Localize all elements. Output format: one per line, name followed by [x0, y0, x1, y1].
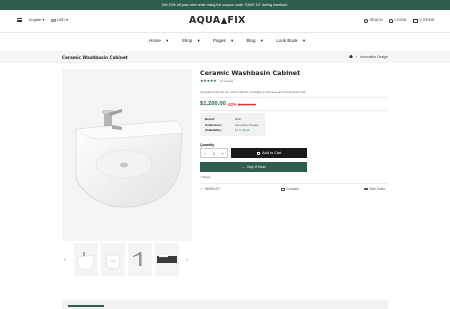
chevron-right-icon: › [356, 54, 358, 59]
nav-item-home[interactable]: Home ▾ [145, 38, 169, 43]
cart-label: 0 ITEMS [419, 18, 435, 22]
ruler-icon [364, 188, 368, 190]
add-to-cart-button[interactable]: Add to Cart [231, 148, 307, 158]
breadcrumb-current: Innovative Design [360, 54, 388, 59]
buy-now-button[interactable]: → Buy It Now [200, 162, 307, 172]
buy-now-label: Buy It Now [247, 165, 266, 169]
login-label: LOGIN [394, 18, 407, 22]
search-label: SEACH [369, 18, 383, 22]
nav-label: Home [148, 38, 161, 43]
info-key: Availability : [205, 128, 223, 132]
cart-button[interactable]: 0 ITEMS [413, 18, 434, 23]
nav-item-blog[interactable]: Blog ▾ [243, 38, 264, 43]
search-button[interactable]: SEACH [364, 18, 383, 23]
bidet-image [75, 109, 183, 208]
review-count-link[interactable]: (1 review) [220, 79, 233, 83]
info-key: Brand : [205, 117, 216, 121]
info-value: Innovative Design [235, 122, 259, 127]
quantity-label: Quantity [200, 143, 215, 147]
thumbnail-cabinet-image [157, 253, 177, 263]
user-icon [389, 18, 393, 23]
site-header: English ▾ USD ▾ AQUA FIX SEACH LOGIN 0 IT… [0, 10, 450, 32]
size-guide-label: Size Guide [369, 187, 386, 191]
breadcrumb: › Innovative Design [349, 55, 388, 59]
currency-select[interactable]: USD ▾ [51, 18, 68, 23]
currency-label: USD [57, 18, 66, 22]
nav-label: Look Book [276, 38, 298, 43]
quantity-stepper: − 1 + [200, 148, 228, 158]
nav-label: Blog [246, 38, 256, 43]
thumbnail-bidet-front-image [105, 254, 121, 270]
rating-stars-icon: ★★★★★ [200, 78, 217, 83]
us-flag-icon [51, 18, 56, 22]
compare-icon [281, 187, 285, 191]
qty-value[interactable]: 1 [213, 151, 215, 156]
cart-icon [413, 18, 418, 23]
chevron-left-icon[interactable]: ‹ [64, 257, 66, 263]
thumbnail-bidet-image [77, 252, 95, 271]
main-nav: Home ▾ Shop ▾ Pages ▾ Blog ▾ Look Book ▾ [0, 37, 450, 45]
search-icon [364, 18, 368, 23]
product-title: Ceramic Washbasin Cabinet [200, 69, 301, 77]
thumbnail-3[interactable] [128, 243, 152, 276]
thumbnail-strip: ‹ › [62, 243, 192, 276]
logo-text-left: AQUA [189, 15, 221, 26]
site-logo[interactable]: AQUA FIX [189, 15, 246, 27]
share-label: Share [202, 175, 211, 179]
product-price: $1,200.00 [200, 101, 226, 107]
heart-icon: ♡ [200, 186, 204, 192]
nav-label: Pages [212, 38, 226, 43]
qty-plus-button[interactable]: + [222, 151, 224, 156]
wishlist-button[interactable]: ♡ WISHLIST [200, 187, 220, 191]
nav-item-shop[interactable]: Shop ▾ [178, 38, 200, 43]
nav-item-look-book[interactable]: Look Book ▾ [272, 38, 305, 43]
nav-item-pages[interactable]: Pages ▾ [209, 38, 233, 43]
old-price: $3,500.00 [238, 102, 256, 107]
language-select[interactable]: English ▾ [29, 18, 44, 23]
product-main-image[interactable] [62, 69, 192, 241]
qty-minus-button[interactable]: − [204, 151, 206, 156]
compare-button[interactable]: Compare [281, 187, 299, 191]
thumbnail-1[interactable] [74, 243, 98, 276]
bag-icon [256, 151, 261, 155]
breadcrumb-bar: Ceramic Washbasin Cabinet › Innovative D… [0, 51, 450, 63]
home-icon[interactable] [349, 54, 353, 59]
tab-active-indicator[interactable] [68, 305, 104, 307]
stock-status: 11 In Stock [235, 128, 250, 132]
page-title: Ceramic Washbasin Cabinet [62, 54, 128, 60]
size-guide-button[interactable]: Size Guide [364, 187, 385, 191]
login-button[interactable]: LOGIN [389, 18, 406, 23]
product-tabs-bar [62, 300, 388, 309]
product-description: Integrated into the ton of the cabinet, … [200, 90, 306, 94]
wishlist-label: WISHLIST [205, 187, 221, 191]
compare-label: Compare [286, 187, 300, 191]
menu-icon[interactable] [17, 18, 22, 22]
divider [200, 97, 388, 98]
logo-text-right: FIX [227, 15, 246, 26]
product-info-box: Brand : Rath Collections : Innovative De… [200, 113, 265, 136]
thumbnail-faucet-image [133, 252, 142, 266]
header-divider [0, 32, 450, 33]
info-value: Rath [235, 117, 242, 121]
info-key: Collections : [205, 122, 224, 127]
discount-badge: -62% [227, 102, 237, 107]
language-label: English [29, 18, 42, 22]
chevron-right-icon[interactable]: › [186, 257, 188, 263]
add-to-cart-label: Add to Cart [262, 151, 282, 155]
share-button[interactable]: < Share [200, 175, 211, 179]
nav-label: Shop [181, 38, 193, 43]
divider [200, 183, 388, 184]
logo-mark-icon [220, 17, 227, 24]
cart-small-icon: → [241, 165, 246, 169]
promo-banner: Get 10% off your next order using the co… [0, 0, 450, 10]
thumbnail-2[interactable] [101, 243, 125, 276]
thumbnail-4[interactable] [155, 243, 179, 276]
divider [200, 110, 388, 111]
